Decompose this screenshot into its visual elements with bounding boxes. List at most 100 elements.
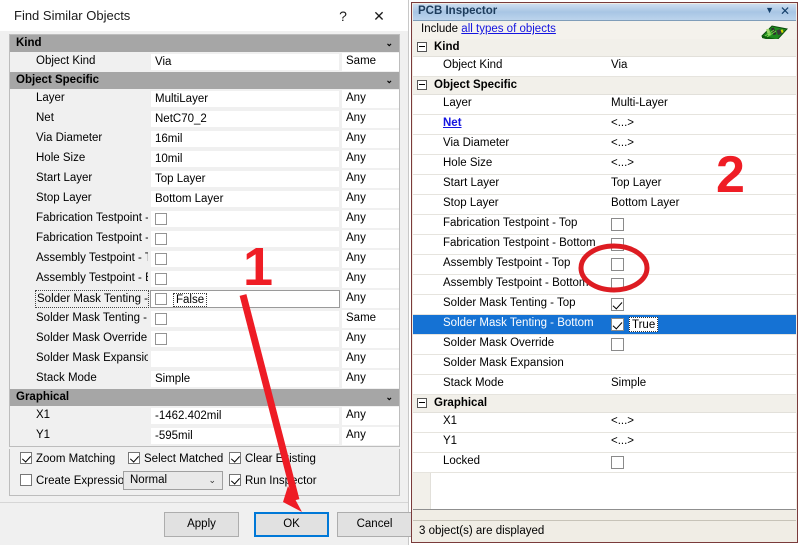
chevron-down-icon[interactable]: ▼ — [765, 5, 774, 15]
match-option[interactable]: Any — [342, 150, 399, 168]
property-row[interactable]: Solder Mask Tenting - B Same — [10, 309, 399, 329]
property-row[interactable]: Fabrication Testpoint - T Any — [10, 209, 399, 229]
match-option[interactable]: Any — [342, 427, 399, 445]
help-icon[interactable]: ? — [332, 6, 354, 26]
property-row[interactable]: Layer MultiLayer Any — [10, 89, 399, 109]
value-edit-box[interactable]: False — [173, 293, 208, 307]
inspector-row[interactable]: Solder Mask Tenting - Bottom True — [413, 315, 796, 335]
inspector-row[interactable]: Solder Mask Tenting - Top — [413, 295, 796, 315]
inspector-value[interactable]: Bottom Layer — [611, 197, 679, 209]
match-option[interactable]: Any — [342, 250, 399, 268]
match-option[interactable]: Any — [342, 290, 399, 308]
match-option[interactable]: Same — [342, 53, 399, 71]
property-value[interactable]: -1462.402mil — [150, 407, 340, 425]
match-option[interactable]: Any — [342, 190, 399, 208]
inspector-section-object-specific[interactable]: Object Specific — [413, 77, 796, 95]
inspector-row[interactable]: Assembly Testpoint - Top — [413, 255, 796, 275]
property-row[interactable]: Y1 -595mil Any — [10, 426, 399, 446]
property-row[interactable]: Hole Size 10mil Any — [10, 149, 399, 169]
inspector-value[interactable]: <...> — [611, 435, 634, 447]
inspector-value[interactable]: <...> — [611, 117, 634, 129]
property-row[interactable]: Stop Layer Bottom Layer Any — [10, 189, 399, 209]
close-icon[interactable]: ✕ — [780, 4, 790, 18]
property-value[interactable]: NetC70_2 — [150, 110, 340, 128]
apply-button[interactable]: Apply — [164, 512, 239, 537]
chevron-down-icon[interactable]: ⌄ — [385, 389, 393, 406]
property-row[interactable]: Object Kind Via Same — [10, 52, 399, 72]
property-row[interactable]: Fabrication Testpoint - B Any — [10, 229, 399, 249]
property-value[interactable] — [150, 310, 340, 328]
property-row[interactable]: Via Diameter 16mil Any — [10, 129, 399, 149]
checkbox-icon[interactable] — [611, 238, 624, 251]
checkbox-icon[interactable] — [611, 218, 624, 231]
checkbox-icon[interactable] — [155, 273, 167, 285]
inspector-row[interactable]: Fabrication Testpoint - Top — [413, 215, 796, 235]
property-value[interactable]: Top Layer — [150, 170, 340, 188]
inspector-value-edit[interactable]: True — [629, 317, 659, 332]
checkbox-icon[interactable] — [155, 333, 167, 345]
match-option[interactable]: Any — [342, 230, 399, 248]
inspector-value[interactable]: Multi-Layer — [611, 97, 668, 109]
checkbox-clear-existing[interactable]: Clear Existing — [229, 452, 316, 465]
match-option[interactable]: Any — [342, 130, 399, 148]
inspector-value[interactable]: <...> — [611, 415, 634, 427]
inspector-label-link[interactable]: Net — [443, 117, 462, 129]
inspector-row[interactable]: Locked — [413, 453, 796, 473]
checkbox-icon[interactable] — [611, 298, 624, 311]
checkbox-zoom-matching[interactable]: Zoom Matching — [20, 452, 115, 465]
section-header-object-specific[interactable]: Object Specific ⌄ — [10, 72, 399, 89]
inspector-value[interactable]: <...> — [611, 157, 634, 169]
inspector-value[interactable]: Top Layer — [611, 177, 662, 189]
collapse-box-icon[interactable] — [417, 80, 427, 90]
checkbox-icon[interactable] — [611, 318, 624, 331]
checkbox-icon[interactable] — [155, 253, 167, 265]
property-value[interactable] — [150, 350, 340, 368]
match-option[interactable]: Same — [342, 310, 399, 328]
property-row[interactable]: LockedAny — [10, 446, 399, 447]
inspector-row[interactable]: Assembly Testpoint - Bottom — [413, 275, 796, 295]
chevron-down-icon[interactable]: ⌄ — [385, 35, 393, 52]
property-row[interactable]: Solder Mask Tenting - T False Any — [10, 289, 399, 309]
inspector-row[interactable]: Fabrication Testpoint - Bottom — [413, 235, 796, 255]
match-option[interactable]: Any — [342, 330, 399, 348]
match-option[interactable]: Any — [342, 350, 399, 368]
section-header-kind[interactable]: Kind ⌄ — [10, 35, 399, 52]
inspector-row[interactable]: Net <...> — [413, 115, 796, 135]
property-value[interactable] — [150, 330, 340, 348]
property-value[interactable] — [150, 210, 340, 228]
checkbox-run-inspector[interactable]: Run Inspector — [229, 474, 317, 487]
match-option[interactable]: Any — [342, 110, 399, 128]
property-row[interactable]: Assembly Testpoint - Bot Any — [10, 269, 399, 289]
property-row[interactable]: Start Layer Top Layer Any — [10, 169, 399, 189]
inspector-value[interactable]: Simple — [611, 377, 646, 389]
property-value[interactable]: MultiLayer — [150, 90, 340, 108]
inspector-row[interactable]: Layer Multi-Layer — [413, 95, 796, 115]
inspector-section-kind[interactable]: Kind — [413, 39, 796, 57]
checkbox-icon[interactable] — [155, 293, 167, 305]
checkbox-icon[interactable] — [155, 313, 167, 325]
checkbox-icon[interactable] — [611, 456, 624, 469]
inspector-property-list[interactable]: Kind Object Kind Via Object Specific Layer Mu… — [413, 39, 796, 510]
checkbox-select-matched[interactable]: Select Matched — [128, 452, 223, 465]
checkbox-icon[interactable] — [155, 213, 167, 225]
property-row[interactable]: X1 -1462.402mil Any — [10, 406, 399, 426]
match-option[interactable]: Any — [342, 370, 399, 388]
property-row[interactable]: Solder Mask Expansion Any — [10, 349, 399, 369]
property-value[interactable]: -595mil — [150, 427, 340, 445]
inspector-row[interactable]: Y1 <...> — [413, 433, 796, 453]
property-row[interactable]: Net NetC70_2 Any — [10, 109, 399, 129]
collapse-box-icon[interactable] — [417, 42, 427, 52]
match-option[interactable]: Any — [342, 210, 399, 228]
close-icon[interactable]: ✕ — [368, 6, 390, 26]
property-grid[interactable]: Kind ⌄ Object Kind Via Same Object Specific ⌄ L… — [9, 34, 400, 447]
property-value[interactable]: 10mil — [150, 150, 340, 168]
collapse-box-icon[interactable] — [417, 398, 427, 408]
property-value[interactable]: Simple — [150, 370, 340, 388]
inspector-value[interactable]: <...> — [611, 137, 634, 149]
checkbox-create-expression[interactable]: Create Expression — [20, 474, 131, 487]
property-value[interactable]: 16mil — [150, 130, 340, 148]
checkbox-icon[interactable] — [155, 233, 167, 245]
property-value[interactable]: Bottom Layer — [150, 190, 340, 208]
include-link[interactable]: all types of objects — [461, 23, 556, 35]
property-value[interactable]: Via — [150, 53, 340, 71]
